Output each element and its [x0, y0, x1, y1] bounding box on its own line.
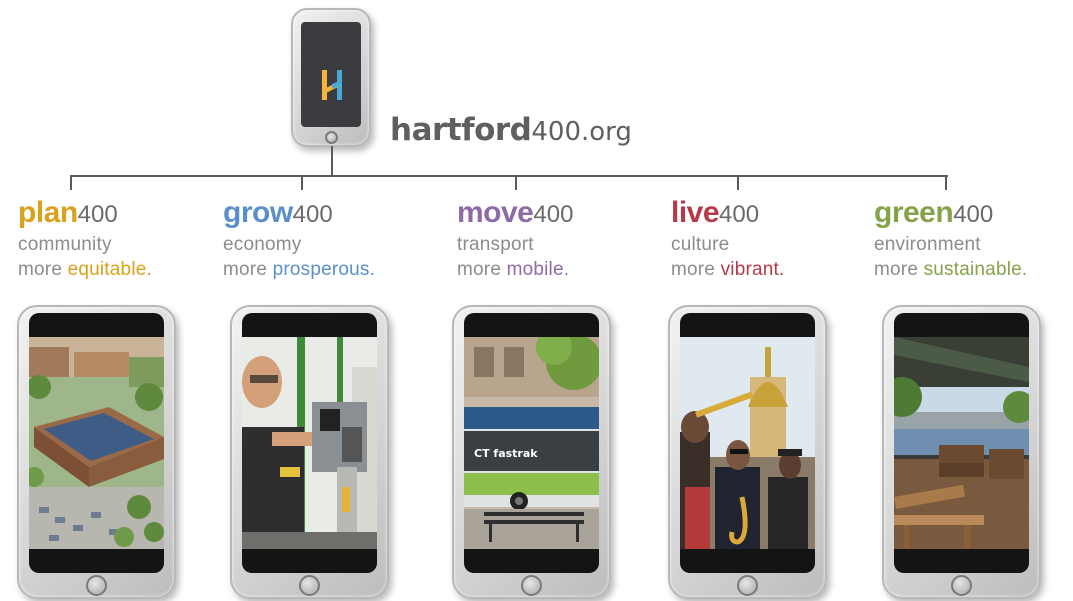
- ctfastrak-bus-photo: CT fastrak: [464, 337, 599, 549]
- phone-move[interactable]: CT fastrak: [452, 305, 611, 599]
- phone-screen: [29, 313, 164, 573]
- phone-screen: [680, 313, 815, 573]
- tagline-adjective: vibrant.: [720, 259, 785, 280]
- connector-trunk: [331, 146, 333, 176]
- connector-drop-plan: [70, 175, 72, 190]
- home-button-icon: [737, 575, 758, 596]
- column-word: plan: [18, 196, 78, 229]
- column-category: culture: [671, 234, 730, 255]
- home-button-icon: [951, 575, 972, 596]
- logo-phone: [291, 8, 371, 147]
- phone-screen: [894, 313, 1029, 573]
- city-illustration-image: [29, 337, 164, 549]
- home-button-icon: [521, 575, 542, 596]
- column-tagline: more mobile.: [457, 257, 573, 282]
- column-word: grow: [223, 196, 293, 229]
- column-category: transport: [457, 234, 534, 255]
- tagline-more: more: [457, 259, 502, 280]
- column-number: 400: [533, 201, 574, 228]
- tagline-adjective: sustainable.: [923, 259, 1028, 280]
- phone-live[interactable]: [668, 305, 827, 599]
- hartford-logo-icon: [322, 70, 342, 100]
- connector-drop-green: [945, 175, 947, 190]
- column-number: 400: [719, 201, 760, 228]
- tagline-more: more: [18, 259, 63, 280]
- column-number: 400: [953, 201, 994, 228]
- connector-bar: [70, 175, 948, 177]
- phone-green[interactable]: [882, 305, 1041, 599]
- phone-plan[interactable]: [17, 305, 176, 599]
- column-tagline: more prosperous.: [223, 257, 375, 282]
- column-heading: move400: [457, 196, 573, 232]
- column-tagline: more sustainable.: [874, 257, 1027, 282]
- column-category: community: [18, 234, 112, 255]
- column-live[interactable]: live400 culture more vibrant.: [671, 196, 785, 282]
- column-word: move: [457, 196, 534, 229]
- column-heading: grow400: [223, 196, 375, 232]
- column-word: live: [671, 196, 720, 229]
- column-tagline: more equitable.: [18, 257, 152, 282]
- phone-screen: CT fastrak: [464, 313, 599, 573]
- tagline-adjective: mobile.: [506, 259, 570, 280]
- column-category: environment: [874, 234, 981, 255]
- city-aerial-illustration: [29, 337, 164, 549]
- column-grow[interactable]: grow400 economy more prosperous.: [223, 196, 375, 282]
- tagline-adjective: prosperous.: [272, 259, 376, 280]
- home-button-icon: [299, 575, 320, 596]
- column-plan[interactable]: plan400 community more equitable.: [18, 196, 152, 282]
- site-title-bold: hartford: [390, 112, 532, 148]
- bus-photo-image: CT fastrak: [464, 337, 599, 549]
- column-heading: green400: [874, 196, 1027, 232]
- site-title-suffix: 400.org: [531, 117, 632, 147]
- column-word: green: [874, 196, 954, 229]
- factory-worker-photo: [242, 337, 377, 549]
- tagline-more: more: [223, 259, 268, 280]
- tagline-adjective: equitable.: [67, 259, 152, 280]
- riverfront-photo-image: [894, 337, 1029, 549]
- connector-drop-move: [515, 175, 517, 190]
- column-green[interactable]: green400 environment more sustainable.: [874, 196, 1027, 282]
- home-button-icon: [325, 131, 338, 144]
- connector-drop-live: [737, 175, 739, 190]
- tagline-more: more: [874, 259, 919, 280]
- column-category: economy: [223, 234, 302, 255]
- connector-drop-grow: [301, 175, 303, 190]
- column-number: 400: [77, 201, 118, 228]
- tagline-more: more: [671, 259, 716, 280]
- column-number: 400: [292, 201, 333, 228]
- column-tagline: more vibrant.: [671, 257, 785, 282]
- musicians-photo-image: [680, 337, 815, 549]
- logo-phone-screen: [301, 22, 361, 127]
- column-move[interactable]: move400 transport more mobile.: [457, 196, 573, 282]
- worker-photo-image: [242, 337, 377, 549]
- home-button-icon: [86, 575, 107, 596]
- column-heading: plan400: [18, 196, 152, 232]
- bus-sign-text: CT fastrak: [474, 447, 538, 460]
- riverfront-deck-photo: [894, 337, 1029, 549]
- column-heading: live400: [671, 196, 785, 232]
- phone-grow[interactable]: [230, 305, 389, 599]
- site-title[interactable]: hartford400.org: [390, 112, 632, 148]
- phone-screen: [242, 313, 377, 573]
- street-musicians-capitol-photo: [680, 337, 815, 549]
